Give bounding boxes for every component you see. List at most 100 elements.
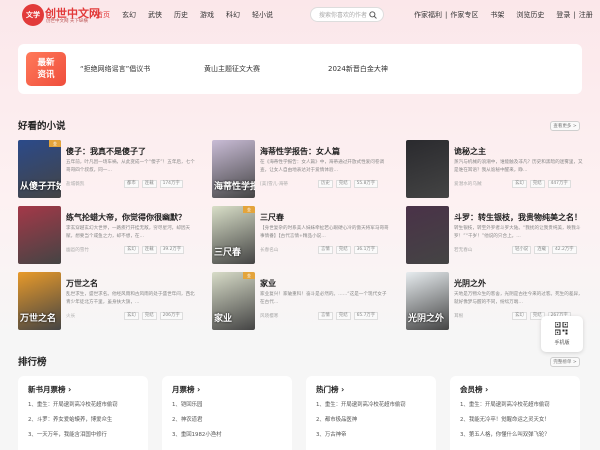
nav-scifi[interactable]: 科幻 [226,10,240,20]
genre-tag: 玄幻 [124,312,139,320]
book-author[interactable]: 耳根 [454,313,512,319]
view-more-button[interactable]: 查看更多 > [550,121,580,131]
book-card[interactable]: 金家业 家业家业复兴！家破重科！奋斗是必然的。……“这是一个现代女子在古代… 风晓樱… [212,272,392,332]
genre-tag: 玄幻 [124,246,139,254]
news-item[interactable]: “拒绝网络谣言”倡议书 [80,64,150,74]
ranking-item[interactable]: 1、重生：开局逮到高冷校花超市偷窃 [28,400,144,408]
book-author[interactable]: 风晓樱寒 [260,313,318,319]
ranking-title[interactable]: 月票榜 › [172,384,200,395]
ranking-item[interactable]: 1、重生：开局逮到高冷校花超市偷窃 [460,400,576,408]
author-zone-link[interactable]: 作家专区 [450,10,478,20]
word-count-tag: 55.8万字 [353,180,379,188]
book-card[interactable]: 练气抡蜡大帝，你觉得你很幽默？ 李玄穿越玄幻大世界，一路疾行开挂无敌，穷尽星河，却… [18,206,198,266]
cover-title: 从傻子开始 [20,182,61,192]
ranking-item[interactable]: 2、斗罗：养女爱蛤蟆养，博爱众生 [28,415,144,423]
book-author[interactable]: 若无春山 [454,247,512,253]
cover-title: 海蒂性学报告 [214,182,255,192]
ranking-card: 热门榜 › 1、重生：开局逮到高冷校花超市偷窃 2、都市极品医神 3、万古神帝 [306,376,436,450]
ranking-item[interactable]: 3、万古神帝 [316,430,432,438]
nav-wuxia[interactable]: 武侠 [148,10,162,20]
book-title[interactable]: 万世之名 [66,278,98,289]
book-cover[interactable]: 金三尺春 [212,206,255,264]
book-cover[interactable] [406,140,449,198]
ranking-title[interactable]: 会员榜 › [460,384,488,395]
ranking-item[interactable]: 2、神农道君 [172,415,288,423]
nav-fantasy[interactable]: 玄幻 [122,10,136,20]
ranking-item[interactable]: 3、第五人格，你懂什么叫双弹飞轮？ [460,430,576,438]
book-card[interactable]: 万世之名 万世之名 乱世求生，盛世求名。他经风雨和古风雨的处于盛世年间，西北青少年徒… [18,272,198,332]
book-title[interactable]: 海蒂性学报告：女人篇 [260,146,340,157]
book-author[interactable]: 火长 [66,313,124,319]
ranking-item[interactable]: 3、一天万年，我能含泪国中修行 [28,430,144,438]
bookshelf-link[interactable]: 书架 [490,10,504,20]
book-cover[interactable]: 光阴之外 [406,272,449,330]
book-title[interactable]: 家业 [260,278,276,289]
book-cover[interactable] [18,206,61,264]
book-cover[interactable]: 金从傻子开始 [18,140,61,198]
book-card[interactable]: 斗罗：转生银枝，我贵物纯美之名！ 转生银枝，转至外罗者斗罗大陆。“我扰的让我贵纯美… [406,206,586,266]
ranking-card: 月票榜 › 1、铠回乐园 2、神农道君 3、重回1982小渔村 [162,376,292,450]
search-input[interactable] [319,10,367,20]
news-item[interactable]: 2024新晋白金大神 [328,64,388,74]
book-description: 家业复兴！家破重科！奋斗是必然的。……“这是一个现代女子在古代… [260,292,387,305]
history-link[interactable]: 浏览历史 [516,10,544,20]
ranking-title[interactable]: 新书月票榜 › [28,384,71,395]
book-card[interactable]: 诡秘之主 蒸汽与机械的浪潮中，谁能触及非凡？历史和黑暗的迷雾里，又是谁在耳语？我从… [406,140,586,200]
nav-home[interactable]: 首页 [96,10,110,20]
news-item[interactable]: 黄山主题征文大赛 [204,64,260,74]
book-author[interactable]: 爱潜水的乌贼 [454,181,512,187]
status-tag: 连载 [534,246,549,254]
author-welfare-link[interactable]: 作家福利 [414,10,442,20]
book-meta: 幽邑的雪竹 玄幻 连载 39.2万字 [66,246,198,254]
mobile-app-float[interactable]: 手机版 [541,316,583,352]
login-link[interactable]: 登录 [556,10,570,20]
book-cover[interactable]: 金家业 [212,272,255,330]
book-description: 乱世求生，盛世求名。他经风雨和古风雨的处于盛世年间，西北青少年徒北方千里，虽身扶… [66,292,195,305]
ranking-item[interactable]: 1、重生：开局逮到高冷校花超市偷窃 [316,400,432,408]
separator: | [573,11,576,19]
book-title[interactable]: 诡秘之主 [454,146,486,157]
book-title[interactable]: 三尺春 [260,212,284,223]
full-rankings-button[interactable]: 完整榜单 > [550,357,580,367]
book-card[interactable]: 海蒂性学报告 海蒂性学报告：女人篇在《海蒂性学报告：女人篇》中，海蒂通过开放式性爱… [212,140,392,200]
status-tag: 完结 [141,312,157,320]
qr-code-icon [555,322,568,335]
status-tag: 连载 [141,246,157,254]
genre-tag: 历史 [318,180,333,188]
book-title[interactable]: 傻子：我真不是傻子了 [66,146,146,157]
ranking-title[interactable]: 热门榜 › [316,384,344,395]
book-cover[interactable]: 海蒂性学报告 [212,140,255,198]
register-link[interactable]: 注册 [579,10,593,20]
book-author[interactable]: 盐城薇凯 [66,181,124,187]
book-meta: 若无春山 轻小说 连载 42.2万字 [454,246,586,254]
book-card[interactable]: 金三尺春 三尺春【身世复杂的时系美人妹妹牵扯若心眼硬心冷的傲天将军马哥哥事情番】【… [212,206,392,266]
word-count-tag: 174万字 [159,180,183,188]
search-box [310,7,384,22]
book-author[interactable]: 长春名山 [260,247,318,253]
book-author[interactable]: [美]雪儿·海蒂 [260,181,318,187]
book-author[interactable]: 幽邑的雪竹 [66,247,124,253]
ranking-item[interactable]: 1、铠回乐园 [172,400,288,408]
book-title[interactable]: 练气抡蜡大帝，你觉得你很幽默？ [66,212,186,223]
nav-history[interactable]: 历史 [174,10,188,20]
cover-title: 万世之名 [20,314,57,324]
book-cover[interactable]: 万世之名 [18,272,61,330]
ranking-item[interactable]: 2、我能无冷卒！觉醒命运之灵天女！ [460,415,576,423]
book-description: 【身世复杂的时系美人妹妹牵扯若心眼硬心冷的傲天将军马哥哥事情番】【古代言情+精品… [260,226,389,239]
book-description: 李玄穿越玄幻大世界，一路疾行开挂无敌，穷尽星河，却因天赋，想要当个咸鱼之力，却不… [66,226,191,239]
site-logo[interactable]: 文学 创世中文网 创世中文网 天下纵横 [22,4,100,26]
search-icon[interactable] [369,11,377,19]
nav-game[interactable]: 游戏 [200,10,214,20]
book-card[interactable]: 金从傻子开始 傻子：我真不是傻子了 五年前，叶凡因一场车祸，从此变成一个“傻子”！五… [18,140,198,200]
status-tag: 连载 [141,180,157,188]
nav-light-novel[interactable]: 轻小说 [252,10,273,20]
ranking-item[interactable]: 2、都市极品医神 [316,415,432,423]
book-cover[interactable] [406,206,449,264]
book-title[interactable]: 斗罗：转生银枝，我贵物纯美之名！ [454,212,582,223]
news-strip: 最新 资讯 “拒绝网络谣言”倡议书 黄山主题征文大赛 2024新晋白金大神 [18,44,582,94]
logo-mark: 文学 [22,4,44,26]
book-title[interactable]: 光阴之外 [454,278,486,289]
app-label: 手机版 [554,340,570,346]
status-tag: 完结 [335,312,351,320]
ranking-item[interactable]: 3、重回1982小渔村 [172,430,288,438]
